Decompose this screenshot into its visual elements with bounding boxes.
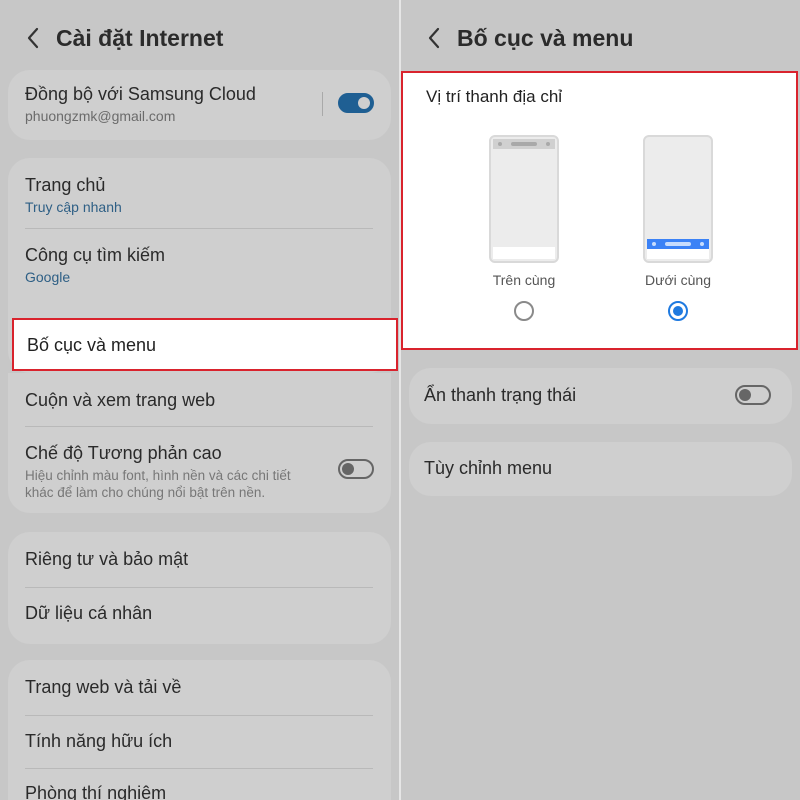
sync-label: Đồng bộ với Samsung Cloud [25, 84, 256, 104]
privacy-label: Riêng tư và bảo mật [25, 549, 189, 569]
page-title: Bố cục và menu [457, 24, 634, 51]
bottom-option-label: Dưới cùng [644, 272, 712, 288]
page-title: Cài đặt Internet [56, 24, 224, 51]
hide-status-bar-toggle[interactable] [735, 385, 771, 405]
display-card: Cuộn và xem trang web Chế độ Tương phản … [8, 373, 391, 513]
scroll-view-row[interactable]: Cuộn và xem trang web [8, 390, 391, 411]
customize-menu-row[interactable]: Tùy chỉnh menu [409, 458, 792, 479]
high-contrast-desc-1: Hiệu chỉnh màu font, hình nền và các chi… [25, 468, 291, 483]
separator [25, 715, 373, 716]
high-contrast-toggle[interactable] [338, 459, 374, 479]
divider [322, 92, 323, 116]
layout-menu-panel: Bố cục và menu Vị trí thanh địa chỉ Trên… [401, 0, 800, 800]
header: Cài đặt Internet [18, 18, 223, 58]
layout-menu-label: Bố cục và menu [27, 335, 157, 355]
header: Bố cục và menu [419, 18, 633, 58]
top-bar-preview[interactable] [489, 135, 559, 263]
bottom-option-radio[interactable] [668, 301, 688, 321]
homepage-label: Trang chủ [25, 175, 106, 195]
address-bar-position-card: Vị trí thanh địa chỉ Trên cùng Dưới cùng [401, 71, 798, 350]
privacy-card: Riêng tư và bảo mật Dữ liệu cá nhân [8, 532, 391, 644]
sync-row[interactable]: Đồng bộ với Samsung Cloud phuongzmk@gmai… [8, 84, 391, 124]
separator [25, 587, 373, 588]
search-engine-label: Công cụ tìm kiếm [25, 245, 166, 265]
customize-menu-card: Tùy chỉnh menu [409, 442, 792, 496]
sites-card: Trang web và tải về Tính năng hữu ích Ph… [8, 660, 391, 800]
top-option-label: Trên cùng [492, 272, 556, 288]
chevron-left-icon [428, 27, 440, 49]
homepage-row[interactable]: Trang chủ Truy cập nhanh [8, 175, 391, 215]
high-contrast-row[interactable]: Chế độ Tương phản cao Hiệu chỉnh màu fon… [8, 443, 391, 501]
address-bar-position-title: Vị trí thanh địa chỉ [426, 87, 563, 106]
high-contrast-label: Chế độ Tương phản cao [25, 443, 222, 463]
scroll-view-label: Cuộn và xem trang web [25, 390, 216, 410]
customize-menu-label: Tùy chỉnh menu [424, 458, 553, 478]
top-option-radio[interactable] [514, 301, 534, 321]
status-bar-card: Ẩn thanh trạng thái [409, 368, 792, 424]
search-engine-row[interactable]: Công cụ tìm kiếm Google [8, 245, 391, 285]
separator [25, 426, 373, 427]
back-button[interactable] [18, 18, 48, 58]
back-button[interactable] [419, 18, 449, 58]
search-engine-value: Google [25, 269, 71, 285]
labs-label: Phòng thí nghiệm [25, 783, 167, 800]
personal-data-label: Dữ liệu cá nhân [25, 603, 153, 623]
sites-downloads-label: Trang web và tải về [25, 677, 182, 697]
layout-menu-row[interactable]: Bố cục và menu [12, 318, 398, 371]
chevron-left-icon [27, 27, 39, 49]
sync-toggle[interactable] [338, 93, 374, 113]
separator [25, 228, 373, 229]
homepage-value: Truy cập nhanh [25, 199, 122, 215]
high-contrast-desc-2: khác để làm cho chúng nổi bật trên nền. [25, 485, 266, 500]
bottom-bar-preview[interactable] [643, 135, 713, 263]
internet-settings-panel: Cài đặt Internet Đồng bộ với Samsung Clo… [0, 0, 399, 800]
sync-account: phuongzmk@gmail.com [25, 108, 176, 124]
privacy-row[interactable]: Riêng tư và bảo mật [8, 549, 391, 570]
labs-row[interactable]: Phòng thí nghiệm [8, 783, 391, 800]
sync-card: Đồng bộ với Samsung Cloud phuongzmk@gmai… [8, 70, 391, 140]
useful-features-row[interactable]: Tính năng hữu ích [8, 731, 391, 752]
personal-data-row[interactable]: Dữ liệu cá nhân [8, 603, 391, 624]
useful-features-label: Tính năng hữu ích [25, 731, 173, 751]
sites-downloads-row[interactable]: Trang web và tải về [8, 677, 391, 698]
separator [25, 768, 373, 769]
